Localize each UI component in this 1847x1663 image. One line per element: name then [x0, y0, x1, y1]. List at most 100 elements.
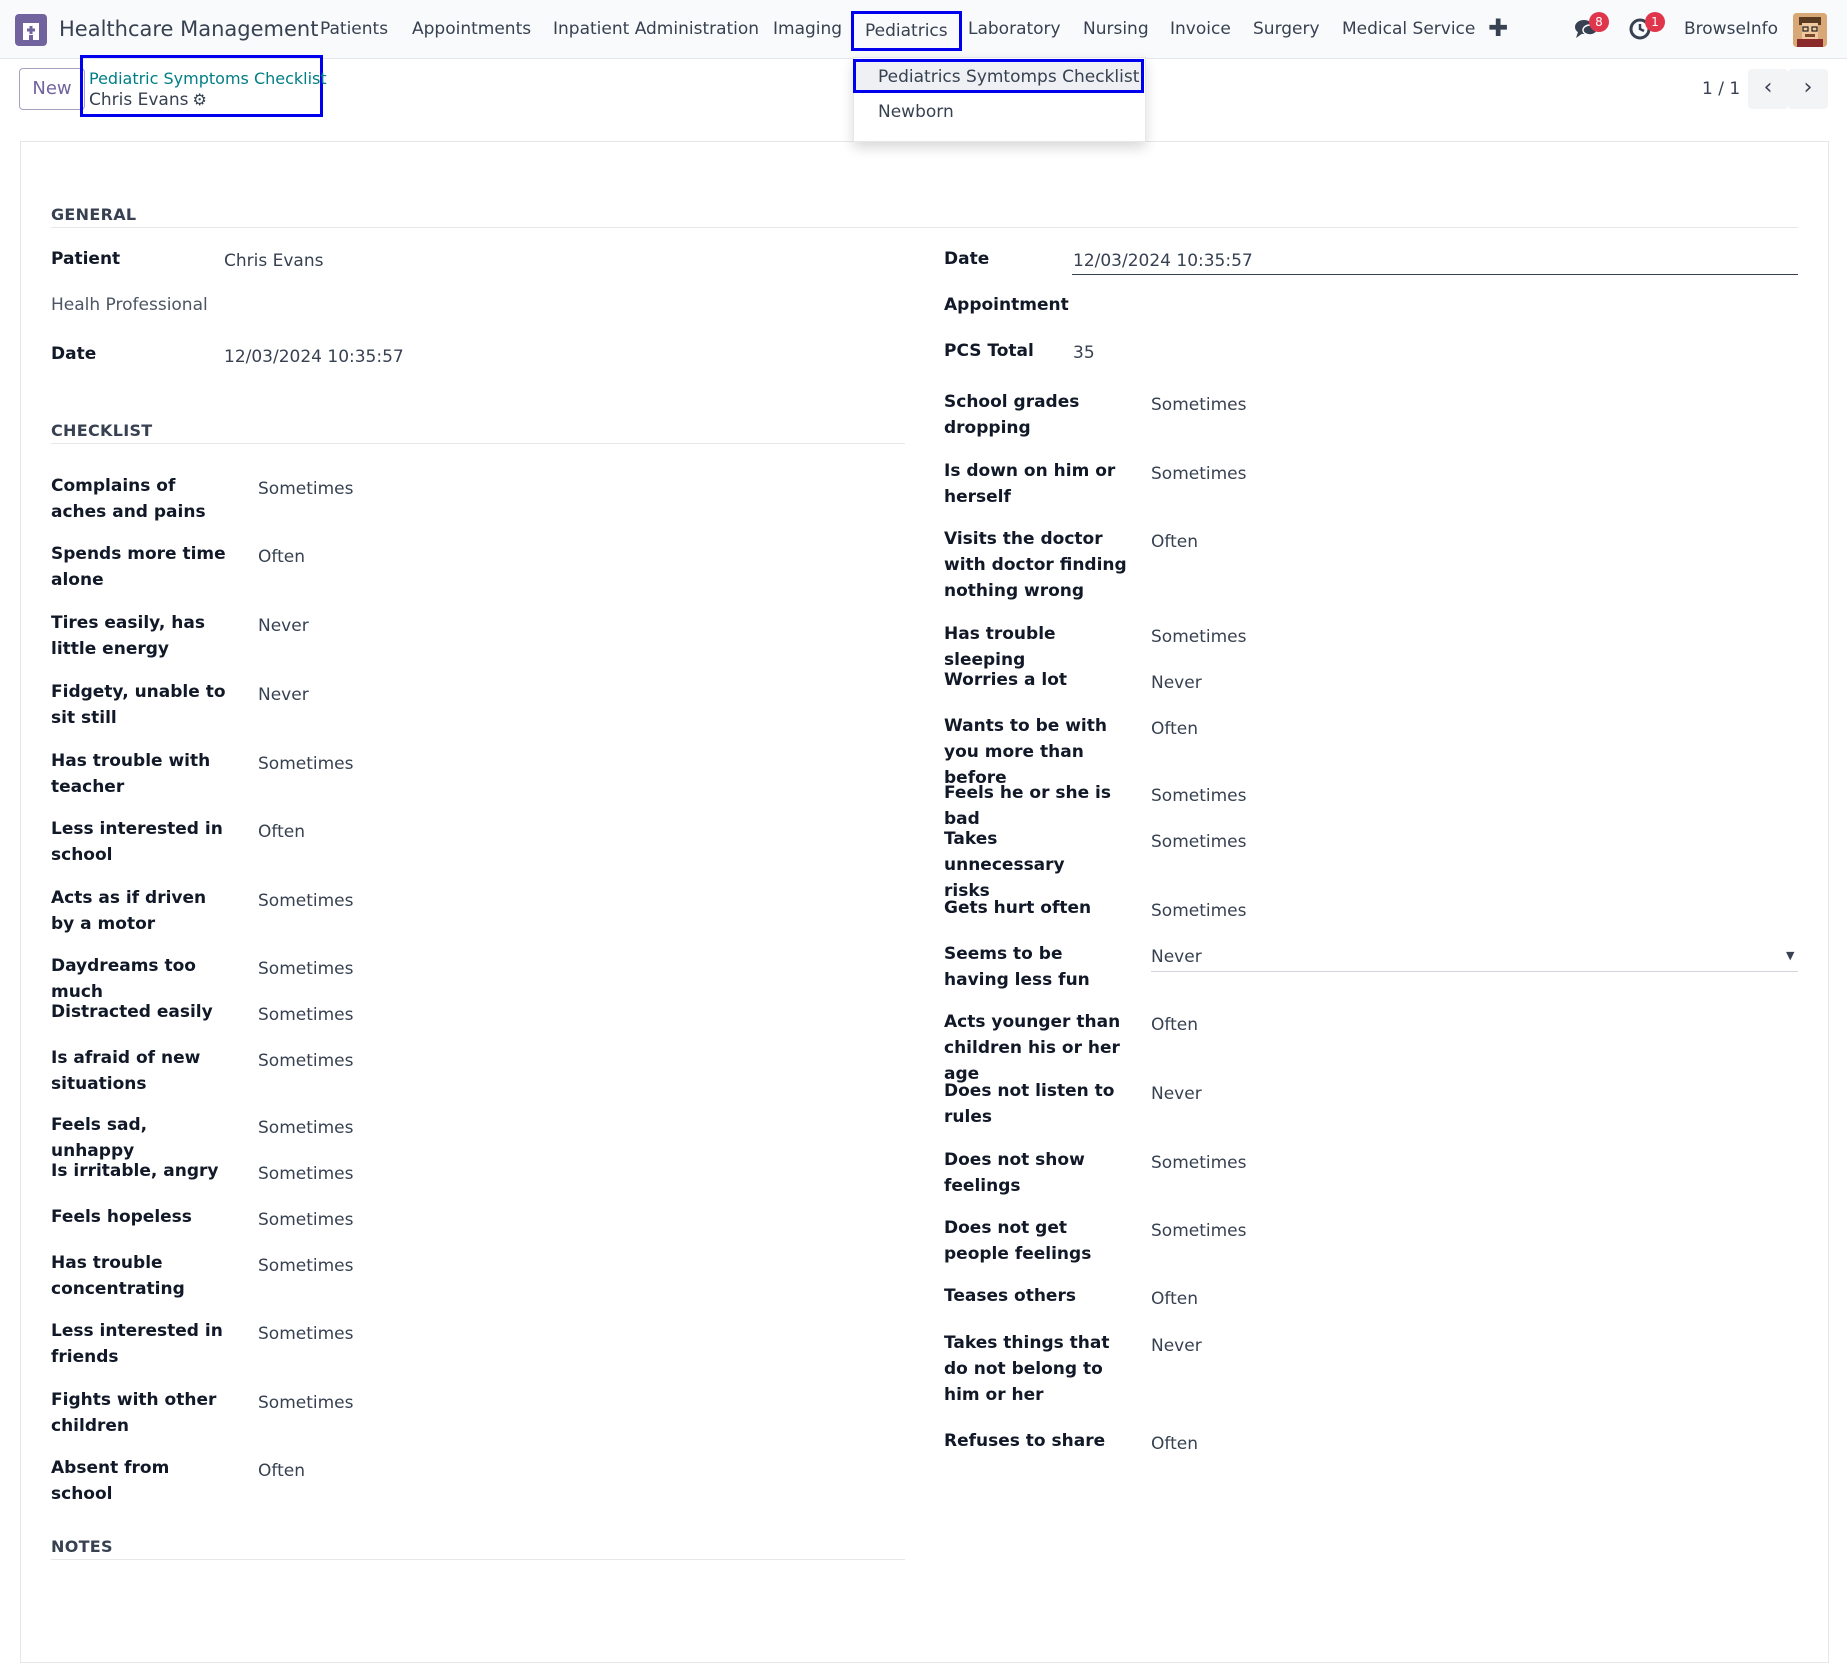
checklist-label-acts-younger-than-children-his-or-her-age: Acts younger than children his or her ag…	[944, 1012, 1121, 1084]
section-notes-title: NOTES	[51, 1537, 113, 1556]
checklist-select-wants-to-be-with-you-more-than-before[interactable]: Often	[1151, 719, 1198, 739]
checklist-select-fidgety-unable-to-sit-still[interactable]: Never	[258, 685, 309, 705]
checklist-select-school-grades-dropping[interactable]: Sometimes	[1151, 395, 1246, 415]
checklist-select-is-afraid-of-new-situations[interactable]: Sometimes	[258, 1051, 353, 1071]
menu-inpatient-administration[interactable]: Inpatient Administration	[553, 19, 759, 39]
checklist-select-takes-things-that-do-not-belong-to-him-or-her[interactable]: Never	[1151, 1336, 1202, 1356]
checklist-label-absent-from-school: Absent from school	[51, 1458, 170, 1504]
pager-next-button[interactable]: ›	[1788, 69, 1828, 109]
checklist-label-acts-as-if-driven-by-a-motor: Acts as if driven by a motor	[51, 888, 207, 934]
patient-value[interactable]: Chris Evans	[224, 251, 323, 271]
checklist-label-spends-more-time-alone: Spends more time alone	[51, 544, 226, 590]
checklist-select-less-interested-in-friends[interactable]: Sometimes	[258, 1324, 353, 1344]
checklist-select-less-interested-in-school[interactable]: Often	[258, 822, 305, 842]
dropdown-item-newborn[interactable]: Newborn	[878, 102, 954, 122]
user-name[interactable]: BrowseInfo	[1684, 19, 1778, 39]
checklist-select-complains-of-aches-and-pains[interactable]: Sometimes	[258, 479, 353, 499]
date-right-input[interactable]: 12/03/2024 10:35:57	[1073, 251, 1253, 271]
checklist-select-has-trouble-with-teacher[interactable]: Sometimes	[258, 754, 353, 774]
menu-laboratory[interactable]: Laboratory	[968, 19, 1061, 39]
checklist-select-seems-to-be-having-less-fun[interactable]: Never	[1151, 947, 1202, 967]
checklist-select-does-not-show-feelings[interactable]: Sometimes	[1151, 1153, 1246, 1173]
section-checklist-divider	[51, 443, 905, 444]
activities-badge: 1	[1645, 12, 1665, 32]
menu-appointments[interactable]: Appointments	[412, 19, 531, 39]
checklist-select-is-irritable-angry[interactable]: Sometimes	[258, 1164, 353, 1184]
checklist-label-feels-hopeless: Feels hopeless	[51, 1207, 192, 1227]
menu-surgery[interactable]: Surgery	[1253, 19, 1320, 39]
new-button[interactable]: New	[19, 68, 85, 110]
checklist-label-daydreams-too-much: Daydreams too much	[51, 956, 196, 1002]
gear-icon[interactable]: ⚙	[192, 90, 206, 109]
checklist-label-complains-of-aches-and-pains: Complains of aches and pains	[51, 476, 206, 522]
section-general-title: GENERAL	[51, 205, 137, 224]
pcs-total-value: 35	[1073, 343, 1095, 363]
date-value[interactable]: 12/03/2024 10:35:57	[224, 347, 404, 367]
checklist-label-is-irritable-angry: Is irritable, angry	[51, 1161, 219, 1181]
checklist-select-worries-a-lot[interactable]: Never	[1151, 673, 1202, 693]
checklist-label-seems-to-be-having-less-fun: Seems to be having less fun	[944, 944, 1090, 990]
dropdown-item-pediatrics-checklist-label[interactable]: Pediatrics Symtomps Checklist	[878, 67, 1139, 87]
plus-icon[interactable]: ✚	[1488, 14, 1508, 42]
pcs-total-label: PCS Total	[944, 341, 1034, 361]
menu-invoice[interactable]: Invoice	[1170, 19, 1231, 39]
checklist-select-fights-with-other-children[interactable]: Sometimes	[258, 1393, 353, 1413]
checklist-select-spends-more-time-alone[interactable]: Often	[258, 547, 305, 567]
section-notes-divider	[51, 1559, 905, 1560]
checklist-select-has-trouble-sleeping[interactable]: Sometimes	[1151, 627, 1246, 647]
menu-imaging[interactable]: Imaging	[773, 19, 842, 39]
checklist-label-fidgety-unable-to-sit-still: Fidgety, unable to sit still	[51, 682, 226, 728]
checklist-label-less-interested-in-friends: Less interested in friends	[51, 1321, 223, 1367]
pager-previous-button[interactable]: ‹	[1748, 69, 1788, 109]
checklist-select-refuses-to-share[interactable]: Often	[1151, 1434, 1198, 1454]
checklist-label-feels-he-or-she-is-bad: Feels he or she is bad	[944, 783, 1111, 829]
breadcrumb-link[interactable]: Pediatric Symptoms Checklist	[89, 69, 327, 88]
patient-label: Patient	[51, 249, 121, 269]
date-right-underline	[1072, 274, 1798, 275]
checklist-select-feels-sad-unhappy[interactable]: Sometimes	[258, 1118, 353, 1138]
chevron-left-icon: ‹	[1763, 75, 1773, 100]
caret-down-icon[interactable]: ▼	[1786, 949, 1794, 962]
checklist-select-absent-from-school[interactable]: Often	[258, 1461, 305, 1481]
appointment-label: Appointment	[944, 295, 1069, 315]
checklist-select-acts-as-if-driven-by-a-motor[interactable]: Sometimes	[258, 891, 353, 911]
checklist-select-has-trouble-concentrating[interactable]: Sometimes	[258, 1256, 353, 1276]
section-checklist-title: CHECKLIST	[51, 421, 153, 440]
checklist-label-fights-with-other-children: Fights with other children	[51, 1390, 217, 1436]
checklist-select-visits-the-doctor-with-doctor-finding-nothing-wrong[interactable]: Often	[1151, 532, 1198, 552]
checklist-select-does-not-listen-to-rules[interactable]: Never	[1151, 1084, 1202, 1104]
menu-medical-service[interactable]: Medical Service	[1342, 19, 1475, 39]
menu-pediatrics[interactable]: Pediatrics	[851, 11, 962, 51]
checklist-label-takes-things-that-do-not-belong-to-him-or-her: Takes things that do not belong to him o…	[944, 1333, 1110, 1405]
app-icon[interactable]	[15, 14, 47, 46]
checklist-select-teases-others[interactable]: Often	[1151, 1289, 1198, 1309]
checklist-select-acts-younger-than-children-his-or-her-age[interactable]: Often	[1151, 1015, 1198, 1035]
menu-patients[interactable]: Patients	[320, 19, 388, 39]
checklist-select-does-not-get-people-feelings[interactable]: Sometimes	[1151, 1221, 1246, 1241]
pager-value[interactable]: 1 / 1	[1702, 79, 1740, 99]
checklist-select-feels-he-or-she-is-bad[interactable]: Sometimes	[1151, 786, 1246, 806]
checklist-select-is-down-on-him-or-herself[interactable]: Sometimes	[1151, 464, 1246, 484]
select-underline	[1151, 971, 1798, 972]
checklist-select-takes-unnecessary-risks[interactable]: Sometimes	[1151, 832, 1246, 852]
checklist-label-has-trouble-concentrating: Has trouble concentrating	[51, 1253, 185, 1299]
checklist-select-feels-hopeless[interactable]: Sometimes	[258, 1210, 353, 1230]
avatar[interactable]	[1793, 13, 1827, 47]
app-title[interactable]: Healthcare Management	[59, 17, 318, 41]
record-name: Chris Evans	[89, 90, 189, 110]
checklist-label-does-not-get-people-feelings: Does not get people feelings	[944, 1218, 1092, 1264]
checklist-label-worries-a-lot: Worries a lot	[944, 670, 1068, 690]
date-right-label: Date	[944, 249, 990, 269]
checklist-select-gets-hurt-often[interactable]: Sometimes	[1151, 901, 1246, 921]
checklist-label-does-not-listen-to-rules: Does not listen to rules	[944, 1081, 1115, 1127]
checklist-select-distracted-easily[interactable]: Sometimes	[258, 1005, 353, 1025]
checklist-label-tires-easily-has-little-energy: Tires easily, has little energy	[51, 613, 205, 659]
chevron-right-icon: ›	[1803, 75, 1813, 100]
checklist-select-daydreams-too-much[interactable]: Sometimes	[258, 959, 353, 979]
checklist-select-tires-easily-has-little-energy[interactable]: Never	[258, 616, 309, 636]
checklist-label-takes-unnecessary-risks: Takes unnecessary risks	[944, 829, 1065, 901]
checklist-label-does-not-show-feelings: Does not show feelings	[944, 1150, 1085, 1196]
section-general-divider	[51, 227, 1798, 228]
menu-nursing[interactable]: Nursing	[1083, 19, 1149, 39]
checklist-label-visits-the-doctor-with-doctor-finding-nothing-wrong: Visits the doctor with doctor finding no…	[944, 529, 1127, 601]
